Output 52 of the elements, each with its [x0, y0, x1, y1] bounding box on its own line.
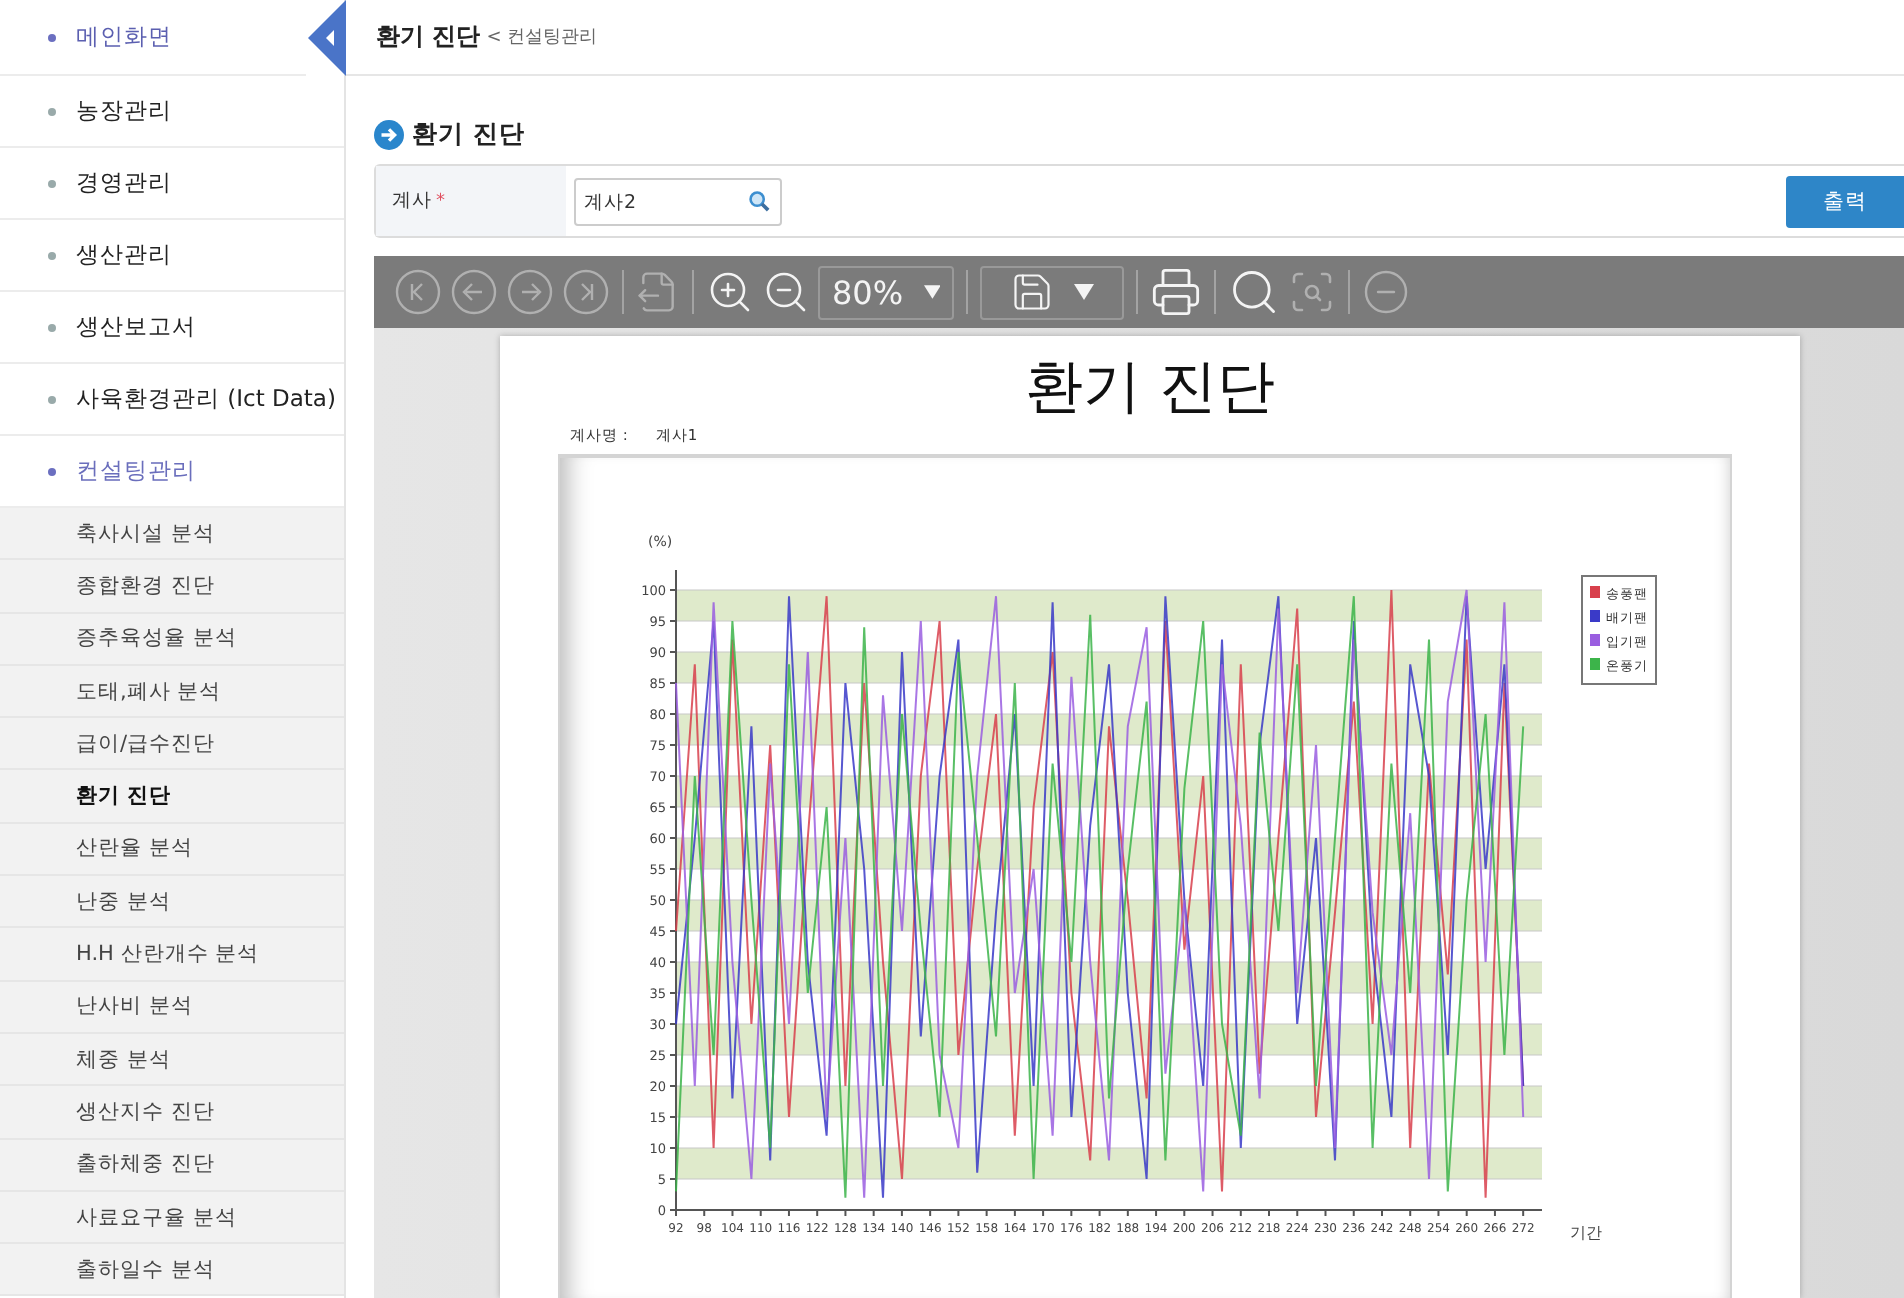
submenu-item[interactable]: 종합환경 진단: [0, 560, 344, 614]
printer-icon: [1150, 266, 1202, 318]
caret-icon: [923, 284, 940, 300]
zoom-out-icon: [762, 268, 810, 316]
save-icon: [1010, 270, 1054, 314]
field-label: 계사: [392, 188, 432, 214]
search-icon[interactable]: [748, 189, 770, 211]
submenu-item[interactable]: 출하체중 진단: [0, 1139, 344, 1192]
sidebar-item[interactable]: 생산관리: [0, 220, 344, 292]
submenu-item[interactable]: 출하일수 분석: [0, 1244, 344, 1297]
first-page-icon: [394, 268, 442, 316]
required-mark: *: [436, 191, 445, 211]
sidebar-item[interactable]: 사육환경관리 (Ict Data): [0, 364, 344, 436]
next-page-icon: [506, 268, 554, 316]
axis-label: 기간: [1570, 1224, 1602, 1242]
section-title: 환기 진단: [412, 117, 525, 151]
submenu-item[interactable]: 사료요구율 분석: [0, 1191, 344, 1245]
arrow-right-circle-icon: [374, 119, 404, 149]
search-field[interactable]: 계사2: [574, 178, 782, 226]
submenu-item[interactable]: 난사비 분석: [0, 981, 344, 1034]
sidebar-item[interactable]: 메인화면: [0, 0, 306, 76]
sidebar-item[interactable]: 농장관리: [0, 76, 344, 148]
find-icon: [1288, 268, 1336, 316]
minus-circle-icon: [1362, 268, 1410, 316]
submenu-item[interactable]: 환기 진단: [0, 770, 344, 824]
submenu-item[interactable]: 산란율 분석: [0, 823, 344, 877]
sidebar-item[interactable]: 생산보고서: [0, 292, 344, 364]
breadcrumb-separator: <: [486, 27, 502, 47]
submenu-item[interactable]: 체중 분석: [0, 1033, 344, 1087]
submenu-item[interactable]: 축사시설 분석: [0, 508, 344, 561]
previous-page-icon: [450, 268, 498, 316]
zoom-select[interactable]: 80%: [818, 265, 954, 319]
submenu-item[interactable]: 생산지수 진단: [0, 1086, 344, 1140]
zoom-in-icon: [706, 268, 754, 316]
search-icon: [1228, 266, 1280, 318]
export-icon: [636, 270, 680, 314]
last-page-icon: [562, 268, 610, 316]
breadcrumb-link[interactable]: 컨설팅관리: [507, 24, 598, 50]
save-button[interactable]: [980, 265, 1124, 319]
report-title: 환기 진단: [1022, 350, 1278, 424]
submenu-item[interactable]: 도태,폐사 분석: [0, 665, 344, 719]
toolbar-button[interactable]: [1150, 264, 1202, 320]
sidebar-item[interactable]: 경영관리: [0, 148, 344, 220]
collapse-handle[interactable]: [308, 0, 346, 76]
print-button[interactable]: 출력: [1786, 175, 1904, 227]
legend-box: [1581, 575, 1657, 685]
caret-icon: [1074, 284, 1094, 300]
submenu-item[interactable]: H.H 산란개수 분석: [0, 928, 344, 982]
submenu-item[interactable]: 난중 분석: [0, 876, 344, 929]
page-title: 환기 진단: [376, 20, 481, 54]
submenu-item[interactable]: 증추육성율 분석: [0, 613, 344, 666]
submenu-item[interactable]: 급이/급수진단: [0, 718, 344, 771]
